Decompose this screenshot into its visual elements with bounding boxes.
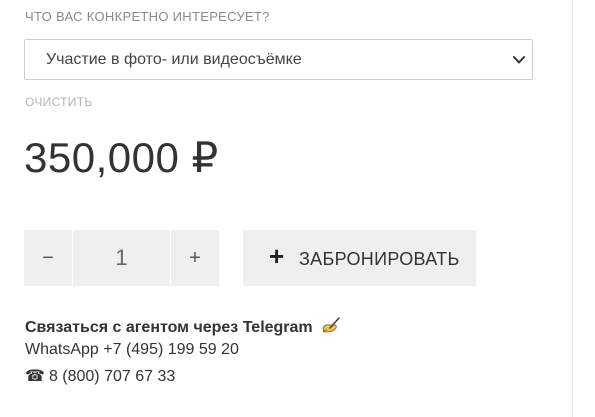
- whatsapp-contact-link[interactable]: WhatsApp +7 (495) 199 59 20: [25, 341, 239, 359]
- phone-contact-link[interactable]: ☎ 8 (800) 707 67 33: [25, 366, 175, 386]
- telegram-contact-link[interactable]: Связаться с агентом через Telegram: [25, 316, 341, 337]
- interest-select[interactable]: Участие в фото- или видеосъёмке: [24, 39, 533, 80]
- plus-icon: +: [269, 241, 285, 271]
- phone-icon: ☎: [25, 368, 45, 385]
- quantity-stepper: − 1 +: [24, 230, 219, 286]
- book-button[interactable]: + ЗАБРОНИРОВАТЬ: [243, 230, 476, 286]
- clear-selection-link[interactable]: ОЧИСТИТЬ: [25, 95, 93, 109]
- chevron-down-icon: [513, 56, 525, 64]
- quantity-input[interactable]: 1: [73, 230, 170, 286]
- decrease-quantity-button[interactable]: −: [24, 230, 72, 286]
- sidebar-divider: [572, 0, 573, 417]
- price: 350,000 ₽: [24, 134, 219, 181]
- phone-number: 8 (800) 707 67 33: [48, 368, 176, 385]
- telegram-contact-text: Связаться с агентом через Telegram: [25, 319, 313, 336]
- interest-select-value: Участие в фото- или видеосъёмке: [46, 51, 302, 68]
- question-label: ЧТО ВАС КОНКРЕТНО ИНТЕРЕСУЕТ?: [25, 9, 270, 24]
- writing-hand-icon: [322, 317, 340, 333]
- increase-quantity-button[interactable]: +: [171, 230, 219, 286]
- book-button-label: ЗАБРОНИРОВАТЬ: [299, 249, 460, 269]
